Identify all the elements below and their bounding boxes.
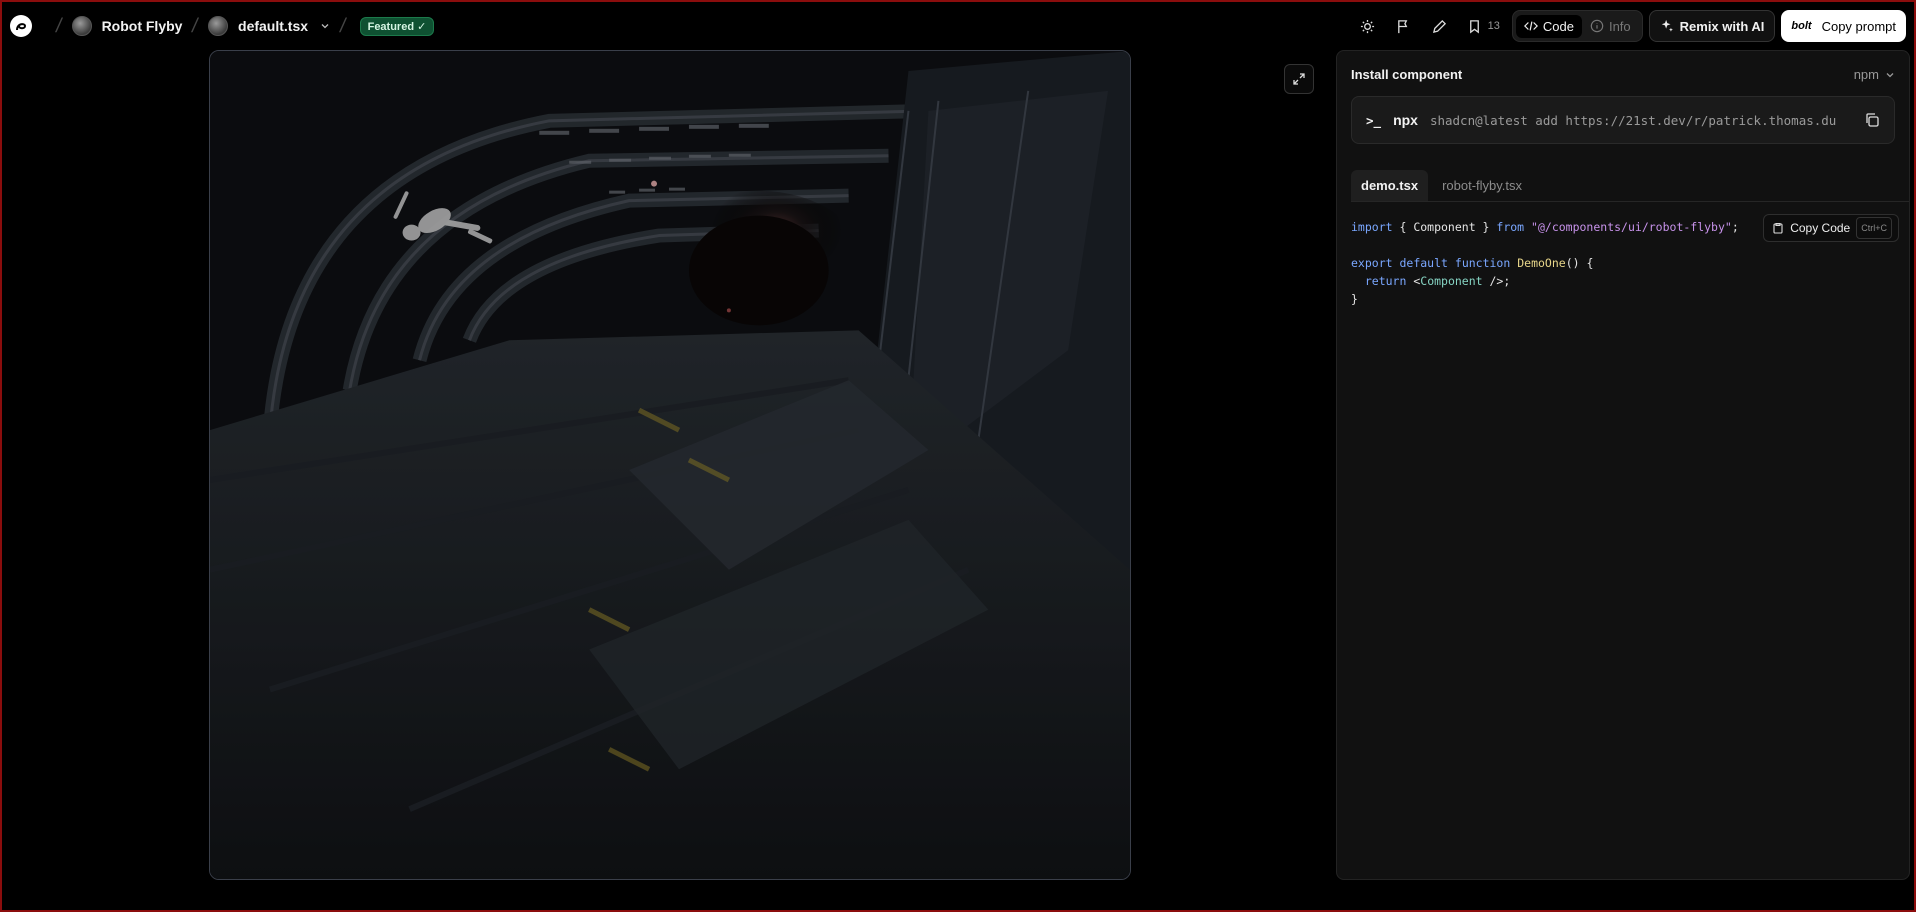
chevron-down-icon	[1886, 72, 1894, 77]
breadcrumb-file[interactable]: default.tsx	[208, 16, 330, 36]
code-token: export	[1351, 256, 1393, 270]
install-panel: Install component npm >_ npx shadcn@late…	[1336, 50, 1910, 880]
code-line: export default function DemoOne() {	[1351, 254, 1895, 272]
pencil-icon	[1433, 19, 1447, 33]
tab-robot-flyby-tsx[interactable]: robot-flyby.tsx	[1432, 170, 1532, 201]
bolt-logo: bolt	[1791, 20, 1812, 32]
code-token: default	[1399, 256, 1448, 270]
preview-area	[2, 50, 1330, 880]
sun-icon	[1361, 19, 1375, 33]
chevron-down-icon	[321, 24, 329, 29]
tab-demo-tsx[interactable]: demo.tsx	[1351, 170, 1429, 201]
robot-flyby-scene[interactable]	[209, 50, 1131, 880]
code-token: from	[1496, 220, 1525, 234]
tab-info-label: Info	[1608, 18, 1631, 34]
code-line: }	[1351, 292, 1358, 306]
featured-badge: Featured ✓	[359, 16, 435, 36]
code-token: function	[1454, 256, 1511, 270]
code-token: />;	[1482, 274, 1511, 288]
logo-icon[interactable]	[10, 15, 32, 37]
install-command: >_ npx shadcn@latest add https://21st.de…	[1351, 96, 1895, 144]
copy-prompt-button[interactable]: bolt Copy prompt	[1781, 10, 1906, 42]
component-name: Robot Flyby	[101, 18, 183, 34]
breadcrumb-component[interactable]: Robot Flyby	[71, 16, 183, 36]
sparkles-icon	[1661, 19, 1673, 32]
code-token: DemoOne	[1517, 256, 1566, 270]
code-line: return <Component />;	[1351, 272, 1895, 290]
breadcrumb-separator: /	[190, 14, 201, 37]
install-title: Install component	[1351, 67, 1463, 82]
breadcrumb-separator: /	[54, 14, 64, 37]
code-token: { Component }	[1392, 220, 1497, 234]
code-token: ;	[1731, 220, 1739, 234]
command-bin: npx	[1393, 112, 1418, 128]
file-name: default.tsx	[238, 18, 309, 34]
file-tabs: demo.tsx robot-flyby.tsx	[1351, 170, 1909, 202]
code-token: () {	[1565, 256, 1594, 270]
copy-code-shortcut: Ctrl+C	[1856, 217, 1892, 239]
code-token: <	[1406, 274, 1421, 288]
code-viewer[interactable]: import { Component } from "@/components/…	[1337, 202, 1909, 324]
toolbar-right: 13 Code Info Remix with AI bolt Copy pro…	[1353, 10, 1906, 42]
copy-prompt-label: Copy prompt	[1821, 18, 1896, 34]
fullscreen-button[interactable]	[1284, 64, 1314, 94]
bookmark-button[interactable]: 13	[1461, 19, 1506, 34]
scene-illustration	[210, 51, 1130, 879]
author-avatar	[71, 16, 92, 36]
copy-code-button[interactable]: Copy Code Ctrl+C	[1763, 214, 1899, 242]
code-token: "@/components/ui/robot-flyby"	[1531, 220, 1732, 234]
tab-info[interactable]: Info	[1582, 15, 1639, 38]
flag-icon	[1398, 19, 1408, 33]
remix-label: Remix with AI	[1679, 18, 1765, 34]
tab-code-label: Code	[1542, 18, 1574, 34]
top-bar: / Robot Flyby / default.tsx / Featured ✓…	[2, 2, 1914, 50]
package-manager-select[interactable]: npm	[1854, 67, 1895, 82]
command-args: shadcn@latest add https://21st.dev/r/pat…	[1429, 112, 1837, 128]
file-avatar	[208, 16, 229, 36]
bookmark-count: 13	[1487, 20, 1500, 32]
breadcrumb-separator: /	[338, 14, 348, 37]
info-icon	[1590, 19, 1604, 33]
package-manager-value: npm	[1853, 67, 1879, 82]
edit-button[interactable]	[1425, 11, 1455, 41]
theme-toggle-button[interactable]	[1353, 11, 1383, 41]
code-token: Component	[1420, 274, 1483, 288]
report-button[interactable]	[1389, 11, 1419, 41]
view-switcher: Code Info	[1511, 10, 1643, 42]
code-token: return	[1364, 274, 1407, 288]
copy-icon[interactable]	[1864, 112, 1880, 128]
code-token: import	[1351, 220, 1393, 234]
expand-icon	[1293, 73, 1305, 85]
copy-code-label: Copy Code	[1790, 221, 1851, 235]
terminal-icon: >_	[1366, 112, 1382, 128]
code-icon	[1523, 21, 1538, 31]
tab-code[interactable]: Code	[1515, 14, 1582, 38]
remix-with-ai-button[interactable]: Remix with AI	[1648, 10, 1776, 42]
clipboard-icon	[1773, 222, 1783, 234]
bookmark-icon	[1469, 19, 1479, 33]
install-header: Install component npm	[1337, 51, 1909, 82]
